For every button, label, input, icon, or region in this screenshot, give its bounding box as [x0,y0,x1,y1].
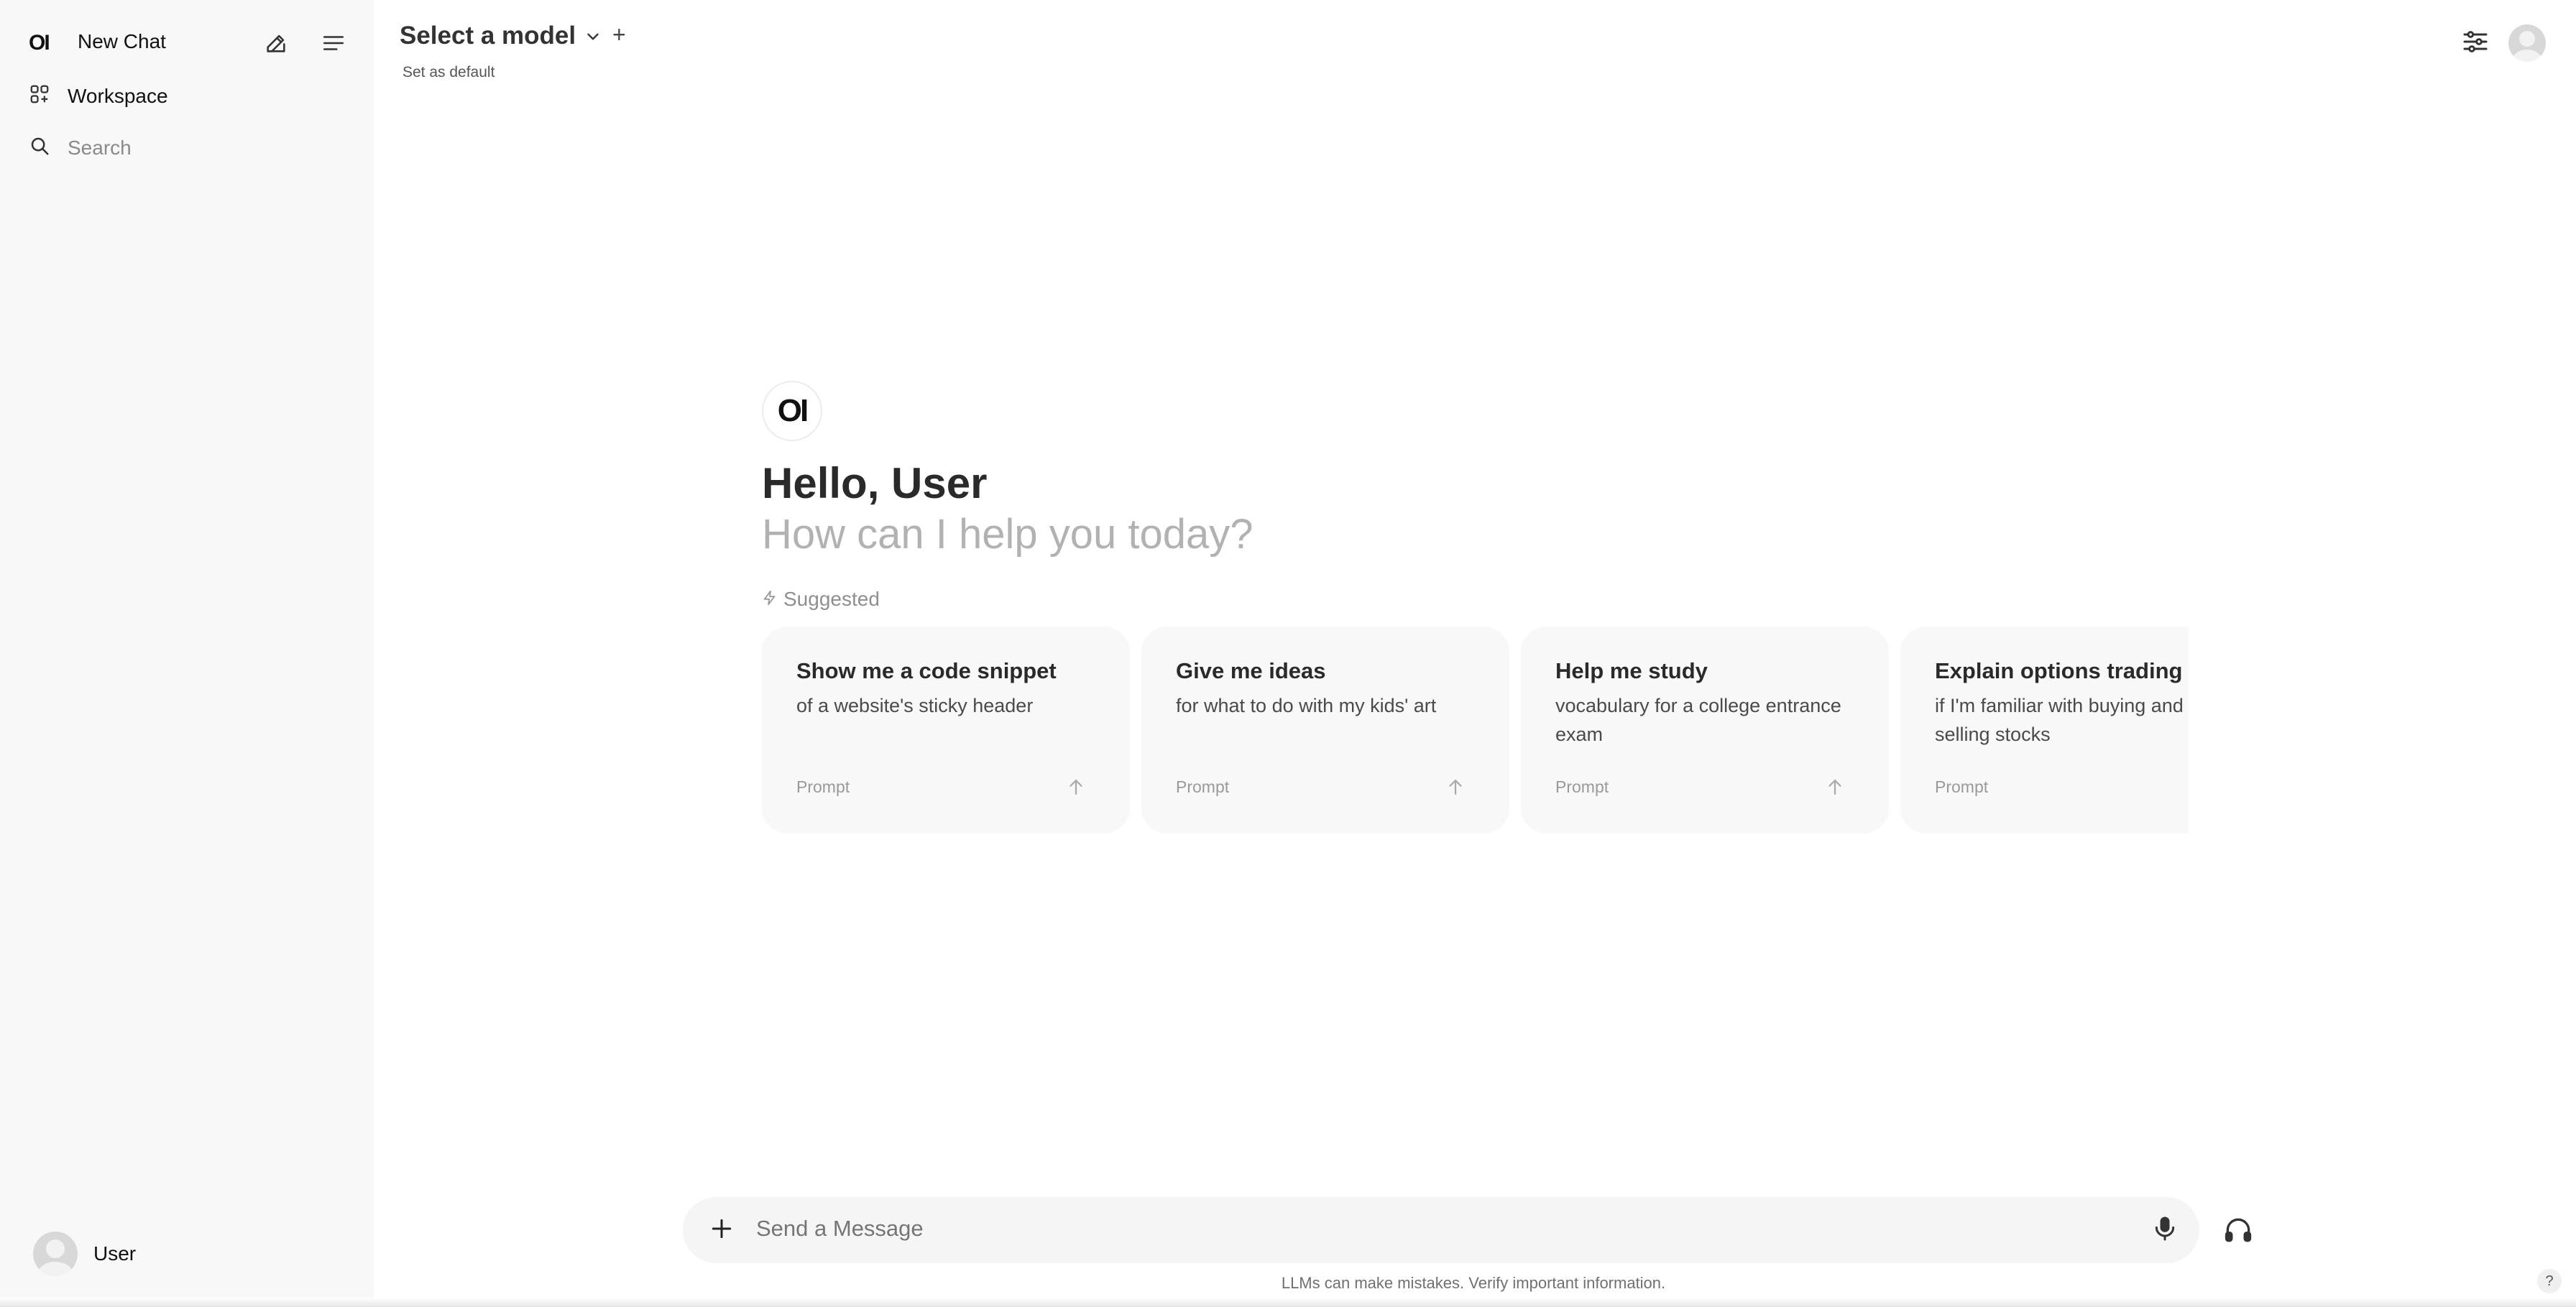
controls-sliders-icon[interactable] [2461,27,2490,60]
suggestion-title: Show me a code snippet [796,658,1057,683]
sidebar-item-workspace[interactable]: Workspace [29,83,168,108]
avatar [2508,24,2546,62]
set-default-link[interactable]: Set as default [402,64,494,81]
suggestion-card[interactable]: Explain options trading if I'm familiar … [1900,627,2189,833]
suggested-header: Suggested [762,588,880,611]
workspace-grid-icon [29,83,50,108]
headphones-icon[interactable] [2222,1214,2254,1250]
message-composer [683,1197,2199,1263]
suggestion-prompt-label: Prompt [1555,777,1609,796]
suggestion-card[interactable]: Give me ideas for what to do with my kid… [1141,627,1509,833]
bolt-icon [762,588,778,611]
help-button[interactable]: ? [2537,1269,2562,1293]
suggestion-title: Explain options trading [1935,658,2183,683]
greeting-title: Hello, User [762,459,988,507]
add-model-button[interactable]: + [612,22,626,48]
microphone-icon[interactable] [2150,1214,2179,1247]
disclaimer-text: LLMs can make mistakes. Verify important… [1281,1274,1666,1292]
suggestion-desc: if I'm familiar with buying and selling … [1935,695,2184,745]
suggestion-card[interactable]: Help me study vocabulary for a college e… [1521,627,1889,833]
suggestion-prompt-label: Prompt [1935,777,1989,796]
arrow-up-icon [1445,776,1466,801]
suggestion-title: Give me ideas [1176,658,1326,683]
suggestion-cards: Show me a code snippet of a website's st… [762,627,2189,835]
chevron-down-icon[interactable] [584,27,602,50]
search-icon [29,135,50,160]
user-menu[interactable]: User [33,1232,136,1276]
edit-icon [264,31,288,59]
suggestion-prompt-label: Prompt [1176,777,1230,796]
suggestion-desc: vocabulary for a college entrance exam [1555,695,1841,745]
model-logo: OI [762,381,822,441]
sidebar-item-label: Workspace [68,84,168,107]
sidebar: OI New Chat Workspace Search User [0,0,374,1307]
toggle-sidebar-button[interactable] [316,27,351,62]
header-user-avatar[interactable] [2508,24,2546,62]
message-input[interactable] [756,1216,2050,1242]
avatar [33,1232,78,1276]
new-chat-button[interactable] [259,27,293,62]
suggestion-title: Help me study [1555,658,1708,683]
arrow-up-icon [1824,776,1846,801]
suggestion-desc: for what to do with my kids' art [1176,695,1437,716]
suggestion-card[interactable]: Show me a code snippet of a website's st… [762,627,1130,833]
model-selector[interactable]: Select a model [400,22,576,50]
new-chat-link[interactable]: New Chat [78,30,166,53]
bottom-divider [0,1298,2576,1307]
sidebar-search[interactable]: Search [29,135,132,160]
user-name: User [93,1242,137,1265]
greeting-subtitle: How can I help you today? [762,511,1254,558]
suggestion-prompt-label: Prompt [796,777,850,796]
menu-lines-icon [321,31,346,59]
attach-plus-icon[interactable] [707,1214,736,1247]
search-input[interactable]: Search [68,137,132,160]
suggested-label: Suggested [783,588,880,610]
suggestion-desc: of a website's sticky header [796,695,1034,716]
app-logo[interactable]: OI [29,29,58,57]
arrow-up-icon [1065,776,1087,801]
